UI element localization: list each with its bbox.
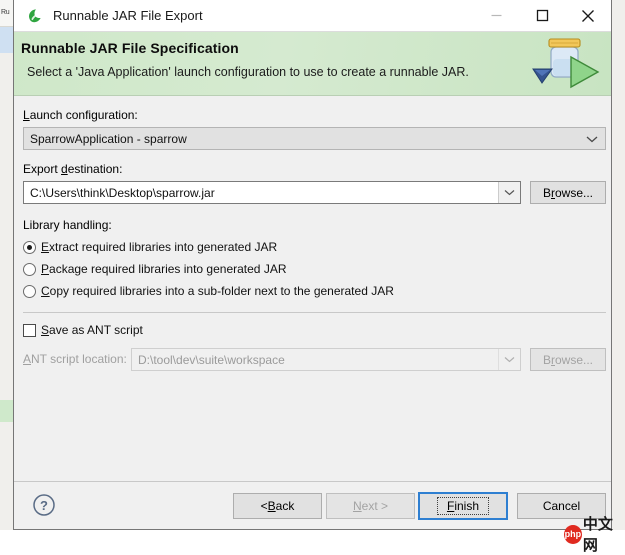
watermark-badge-text: php [564, 528, 582, 539]
background-left-strip: Ru [0, 0, 13, 530]
background-left-marker [0, 400, 13, 422]
banner-title: Runnable JAR File Specification [21, 40, 239, 56]
ant-script-location-label: ANT script location: [23, 352, 127, 366]
help-icon[interactable]: ? [32, 493, 56, 517]
ant-script-location-mnemonic: A [23, 352, 32, 366]
library-handling-label: Library handling: [23, 218, 112, 232]
save-as-ant-script-text: ave as ANT script [49, 323, 143, 337]
radio-copy-libraries-indicator[interactable] [23, 284, 36, 298]
launch-configuration-label-text: aunch configuration: [29, 108, 138, 122]
radio-extract-libraries[interactable]: Extract required libraries into generate… [23, 240, 277, 254]
radio-package-libraries-mnemonic: P [41, 262, 50, 276]
window-controls [473, 0, 611, 31]
radio-copy-libraries-text: opy required libraries into a sub-folder… [49, 284, 394, 298]
back-button[interactable]: < Back [233, 493, 322, 519]
radio-extract-libraries-text: xtract required libraries into generated… [49, 240, 278, 254]
maximize-icon[interactable] [519, 0, 565, 31]
radio-extract-libraries-mnemonic: E [41, 240, 50, 254]
watermark-text: 中文网 [582, 515, 613, 554]
dialog-banner: Runnable JAR File Specification Select a… [14, 32, 611, 96]
export-destination-label-mnemonic: d [61, 162, 68, 176]
save-as-ant-script-label: Save as ANT script [41, 323, 143, 337]
finish-button-post: inish [454, 499, 480, 513]
launch-configuration-combo[interactable]: SparrowApplication - sparrow [23, 127, 606, 150]
radio-package-libraries[interactable]: Package required libraries into generate… [23, 262, 286, 276]
radio-package-libraries-indicator[interactable] [23, 262, 36, 276]
svg-text:?: ? [40, 498, 48, 513]
runnable-jar-export-dialog: Runnable JAR File Export Runnable JAR Fi [13, 0, 612, 530]
launch-configuration-label: Launch configuration: [23, 108, 138, 122]
back-button-post: ack [275, 499, 295, 513]
banner-subtitle: Select a 'Java Application' launch confi… [27, 65, 469, 79]
background-left-label-0: Ru [1, 9, 10, 16]
dialog-content: Launch configuration: SparrowApplication… [14, 96, 611, 483]
dialog-button-bar: ? < Back Next > Finish Cancel [14, 482, 611, 528]
background-left-tab [0, 27, 13, 53]
launch-configuration-value: SparrowApplication - sparrow [30, 131, 187, 146]
radio-copy-libraries-mnemonic: C [41, 284, 50, 298]
radio-copy-libraries[interactable]: Copy required libraries into a sub-folde… [23, 284, 394, 298]
radio-package-libraries-label: Package required libraries into generate… [41, 262, 286, 276]
launch-configuration-label-mnemonic: L [23, 108, 30, 122]
next-button-post: ext > [361, 499, 389, 513]
back-button-pre: < [260, 499, 268, 513]
watermark-badge: php [564, 524, 582, 544]
next-button-mnemonic: N [352, 499, 362, 513]
jar-export-icon [525, 32, 603, 95]
ant-script-location-value: D:\tool\dev\suite\workspace [138, 352, 285, 367]
ant-script-browse-pre: B [542, 352, 551, 367]
radio-copy-libraries-label: Copy required libraries into a sub-folde… [41, 284, 394, 298]
export-destination-label: Export destination: [23, 162, 122, 176]
export-destination-browse-post: owse... [555, 185, 594, 200]
eclipse-export-icon [26, 7, 44, 25]
dialog-title: Runnable JAR File Export [53, 8, 203, 23]
ant-section-separator [23, 312, 606, 313]
chevron-down-icon [586, 132, 598, 146]
save-as-ant-script-checkbox[interactable]: Save as ANT script [23, 323, 143, 337]
dialog-titlebar[interactable]: Runnable JAR File Export [14, 0, 611, 32]
screen: Ru 4 n av Runnable JAR File Export [0, 0, 625, 554]
save-as-ant-script-checkbox-box[interactable] [23, 323, 36, 337]
export-destination-browse-pre: B [542, 185, 551, 200]
radio-extract-libraries-label: Extract required libraries into generate… [41, 240, 277, 254]
export-destination-label-pre: Export [23, 162, 62, 176]
finish-button-focus-ring: Finish [436, 497, 490, 515]
ant-script-browse-button: Br owse... [530, 348, 606, 371]
export-destination-combo[interactable]: C:\Users\think\Desktop\sparrow.jar [23, 181, 521, 204]
save-as-ant-script-mnemonic: S [41, 323, 50, 337]
finish-button[interactable]: Finish [418, 492, 508, 520]
export-destination-value[interactable]: C:\Users\think\Desktop\sparrow.jar [24, 186, 215, 200]
export-destination-dropdown-arrow[interactable] [498, 182, 520, 203]
background-right-strip: 4 n av [612, 0, 625, 530]
cancel-button-label: Cancel [542, 499, 581, 513]
export-destination-browse-button[interactable]: Br owse... [530, 181, 606, 204]
radio-extract-libraries-indicator[interactable] [23, 240, 36, 254]
ant-script-location-dropdown-arrow [498, 349, 520, 370]
close-icon[interactable] [565, 0, 611, 31]
ant-script-location-text: NT script location: [31, 352, 127, 366]
back-button-mnemonic: B [267, 499, 276, 513]
ant-script-browse-post: owse... [555, 352, 594, 367]
minimize-icon[interactable] [473, 0, 519, 31]
ant-script-location-combo: D:\tool\dev\suite\workspace [131, 348, 521, 371]
next-button: Next > [326, 493, 415, 519]
watermark: php 中文网 [564, 513, 625, 555]
radio-package-libraries-text: ackage required libraries into generated… [49, 262, 287, 276]
export-destination-label-post: estination: [67, 162, 123, 176]
